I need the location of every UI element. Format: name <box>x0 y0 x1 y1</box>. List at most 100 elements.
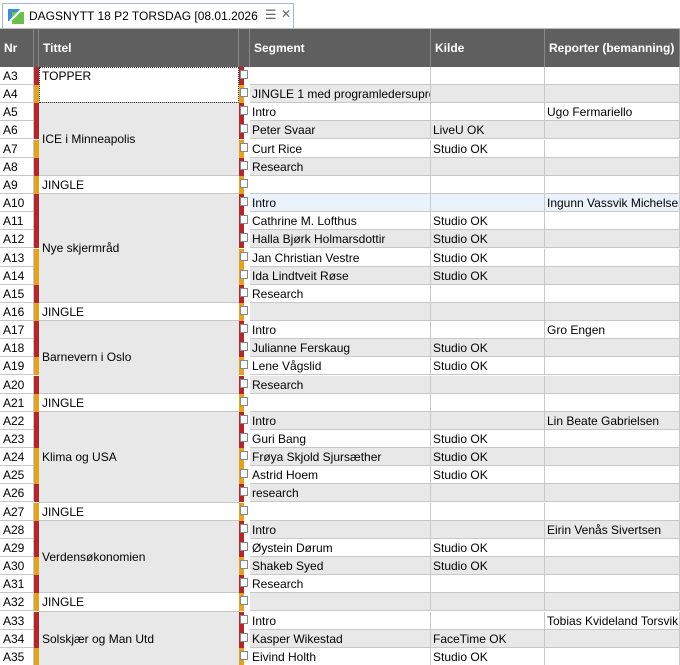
document-icon[interactable] <box>240 506 248 515</box>
rundown-tab[interactable]: DAGSNYTT 18 P2 TORSDAG [08.01.2026 18:0 … <box>2 3 294 28</box>
document-icon[interactable] <box>240 451 248 460</box>
segment-cell[interactable]: JINGLE 1 med programledersupre <box>250 85 431 103</box>
segment-cell[interactable]: research <box>250 484 431 502</box>
story-title[interactable]: TOPPER <box>39 67 239 103</box>
document-icon[interactable] <box>240 469 248 478</box>
segment-cell[interactable]: Intro <box>250 321 431 339</box>
kilde-cell[interactable] <box>431 85 545 103</box>
story-title[interactable]: Nye skjermråd <box>39 194 239 303</box>
reporter-cell[interactable] <box>545 394 680 412</box>
segment-cell[interactable]: Intro <box>250 103 431 121</box>
story-title[interactable]: JINGLE <box>39 303 239 321</box>
reporter-cell[interactable] <box>545 376 680 394</box>
document-icon[interactable] <box>240 70 248 79</box>
reporter-cell[interactable]: Eirin Venås Sivertsen <box>545 521 680 539</box>
kilde-cell[interactable]: Studio OK <box>431 230 545 248</box>
reporter-cell[interactable] <box>545 176 680 194</box>
segment-cell[interactable]: Cathrine M. Lofthus <box>250 212 431 230</box>
kilde-cell[interactable] <box>431 194 545 212</box>
reporter-cell[interactable] <box>545 539 680 557</box>
reporter-cell[interactable] <box>545 212 680 230</box>
reporter-cell[interactable]: Gro Engen <box>545 321 680 339</box>
kilde-cell[interactable]: Studio OK <box>431 648 545 665</box>
document-icon[interactable] <box>240 161 248 170</box>
segment-cell[interactable] <box>250 67 431 85</box>
document-icon[interactable] <box>240 88 248 97</box>
segment-cell[interactable] <box>250 394 431 412</box>
tab-menu-icon[interactable]: ☰ <box>265 7 277 23</box>
reporter-cell[interactable] <box>545 140 680 158</box>
document-icon[interactable] <box>240 615 248 624</box>
kilde-cell[interactable] <box>431 176 545 194</box>
kilde-cell[interactable] <box>431 285 545 303</box>
story-title[interactable]: JINGLE <box>39 394 239 412</box>
kilde-cell[interactable]: Studio OK <box>431 267 545 285</box>
kilde-cell[interactable]: Studio OK <box>431 466 545 484</box>
story-title[interactable]: Solskjær og Man Utd <box>39 612 239 665</box>
document-icon[interactable] <box>240 306 248 315</box>
document-icon[interactable] <box>240 342 248 351</box>
kilde-cell[interactable]: Studio OK <box>431 539 545 557</box>
column-header-segment[interactable]: Segment <box>250 29 431 67</box>
kilde-cell[interactable] <box>431 67 545 85</box>
document-icon[interactable] <box>240 578 248 587</box>
story-title[interactable]: JINGLE <box>39 593 239 612</box>
kilde-cell[interactable] <box>431 612 545 630</box>
segment-cell[interactable]: Eivind Holth <box>250 648 431 665</box>
segment-cell[interactable] <box>250 303 431 321</box>
kilde-cell[interactable] <box>431 575 545 593</box>
document-icon[interactable] <box>240 106 248 115</box>
kilde-cell[interactable] <box>431 321 545 339</box>
document-icon[interactable] <box>240 233 248 242</box>
document-icon[interactable] <box>240 124 248 133</box>
kilde-cell[interactable] <box>431 158 545 176</box>
document-icon[interactable] <box>240 360 248 369</box>
segment-cell[interactable] <box>250 176 431 194</box>
document-icon[interactable] <box>240 651 248 660</box>
segment-cell[interactable]: Research <box>250 376 431 394</box>
reporter-cell[interactable] <box>545 158 680 176</box>
story-title[interactable]: Verdensøkonomien <box>39 521 239 593</box>
reporter-cell[interactable] <box>545 593 680 611</box>
segment-cell[interactable] <box>250 503 431 521</box>
document-icon[interactable] <box>240 288 248 297</box>
reporter-cell[interactable] <box>545 67 680 85</box>
document-icon[interactable] <box>240 397 248 406</box>
kilde-cell[interactable] <box>431 376 545 394</box>
reporter-cell[interactable] <box>545 285 680 303</box>
document-icon[interactable] <box>240 379 248 388</box>
document-icon[interactable] <box>240 596 248 605</box>
reporter-cell[interactable] <box>545 557 680 575</box>
segment-cell[interactable]: Peter Svaar <box>250 121 431 139</box>
segment-cell[interactable]: Guri Bang <box>250 430 431 448</box>
document-icon[interactable] <box>240 560 248 569</box>
document-icon[interactable] <box>240 487 248 496</box>
segment-cell[interactable]: Curt Rice <box>250 140 431 158</box>
kilde-cell[interactable]: Studio OK <box>431 140 545 158</box>
reporter-cell[interactable] <box>545 648 680 665</box>
reporter-cell[interactable] <box>545 267 680 285</box>
document-icon[interactable] <box>240 324 248 333</box>
kilde-cell[interactable]: Studio OK <box>431 212 545 230</box>
segment-cell[interactable]: Intro <box>250 412 431 430</box>
segment-cell[interactable]: Kasper Wikestad <box>250 630 431 648</box>
segment-cell[interactable]: Research <box>250 285 431 303</box>
kilde-cell[interactable] <box>431 521 545 539</box>
kilde-cell[interactable]: Studio OK <box>431 430 545 448</box>
document-icon[interactable] <box>240 179 248 188</box>
segment-cell[interactable]: Intro <box>250 521 431 539</box>
reporter-cell[interactable]: Ingunn Vassvik Michelsen <box>545 194 680 212</box>
reporter-cell[interactable] <box>545 430 680 448</box>
reporter-cell[interactable]: Lin Beate Gabrielsen <box>545 412 680 430</box>
story-title[interactable]: Barnevern i Oslo <box>39 321 239 394</box>
reporter-cell[interactable] <box>545 339 680 357</box>
reporter-cell[interactable] <box>545 230 680 248</box>
segment-cell[interactable]: Intro <box>250 194 431 212</box>
segment-cell[interactable] <box>250 593 431 611</box>
reporter-cell[interactable] <box>545 121 680 139</box>
kilde-cell[interactable] <box>431 412 545 430</box>
reporter-cell[interactable] <box>545 503 680 521</box>
kilde-cell[interactable] <box>431 484 545 502</box>
kilde-cell[interactable]: Studio OK <box>431 557 545 575</box>
segment-cell[interactable]: Research <box>250 575 431 593</box>
